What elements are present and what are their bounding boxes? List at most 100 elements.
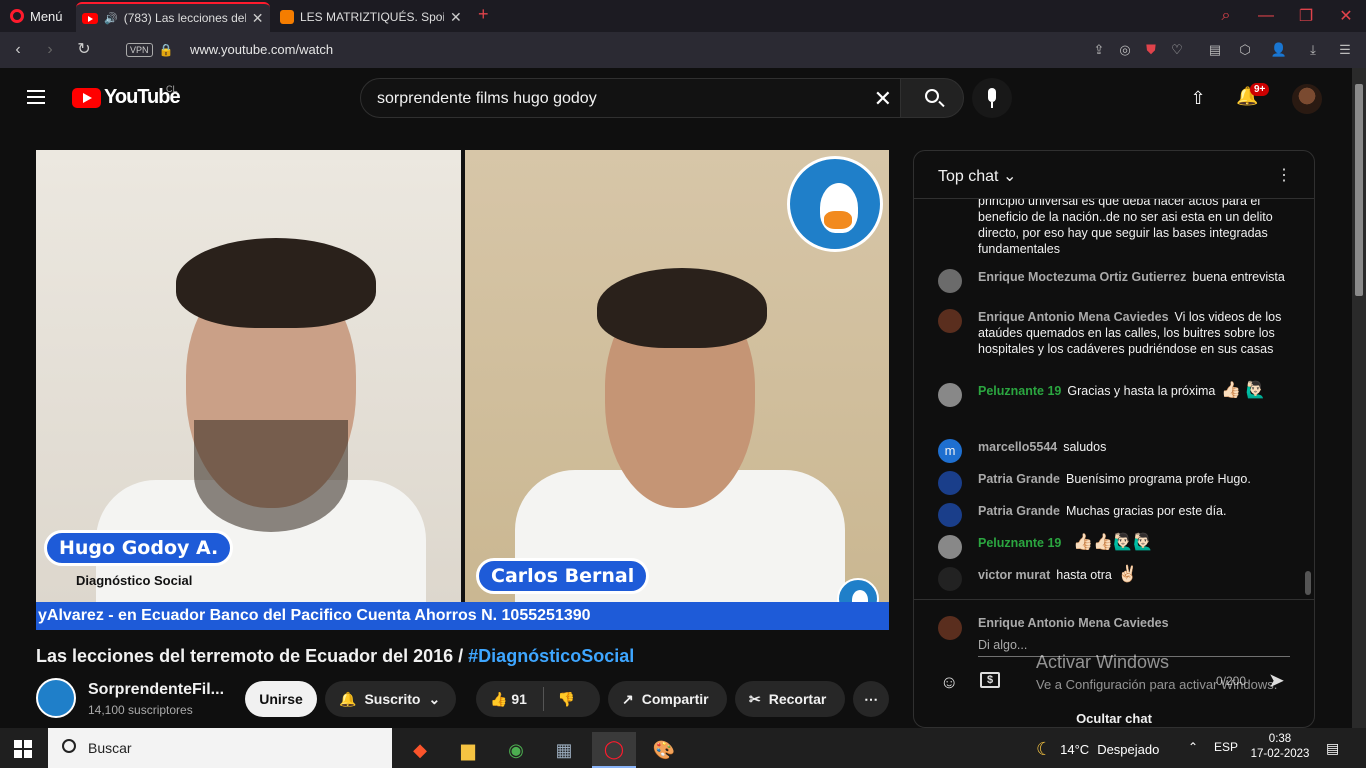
chat-author[interactable]: Patria Grande xyxy=(978,472,1060,486)
chat-avatar[interactable] xyxy=(938,535,962,559)
lock-icon[interactable]: 🔒 xyxy=(156,40,176,60)
chat-scroll-thumb[interactable] xyxy=(1305,571,1311,595)
url-field[interactable]: www.youtube.com/watch xyxy=(190,42,333,57)
upload-icon[interactable]: ⇧ xyxy=(1188,88,1208,108)
share-page-icon[interactable]: ⇪ xyxy=(1090,41,1108,59)
tab-blogger[interactable]: LES MATRIZTIQUÉS. Spoiler ✕ xyxy=(274,2,470,32)
clock[interactable]: 0:38 17-02-2023 xyxy=(1250,732,1310,762)
chat-avatar[interactable] xyxy=(938,269,962,293)
vpn-badge[interactable]: VPN xyxy=(126,43,153,57)
youtube-logo-icon[interactable] xyxy=(72,88,101,108)
youtube-favicon-icon xyxy=(82,12,98,24)
chat-author[interactable]: victor murat xyxy=(978,568,1050,582)
channel-avatar[interactable] xyxy=(36,678,76,718)
download-icon[interactable]: ⤓ xyxy=(1304,41,1322,59)
blogger-favicon-icon xyxy=(280,10,294,24)
super-chat-icon[interactable]: $ xyxy=(980,672,1000,688)
search-input[interactable]: sorprendente films hugo godoy xyxy=(377,90,597,108)
search-icon xyxy=(62,739,76,753)
adblock-shield-icon[interactable]: ⛊ xyxy=(1142,41,1160,59)
chat-author[interactable]: marcello5544 xyxy=(978,440,1057,454)
emoji-picker-icon[interactable]: ☺ xyxy=(940,672,958,693)
scissors-icon: ✂ xyxy=(749,690,761,707)
like-button[interactable]: 👍 91 xyxy=(490,691,527,708)
share-button[interactable]: ↗ Compartir xyxy=(608,681,727,717)
page-scrollbar[interactable] xyxy=(1352,68,1366,728)
taskbar-search[interactable]: Buscar xyxy=(48,728,392,768)
chat-mode-selector[interactable]: Top chat ⌄ xyxy=(938,166,1016,186)
more-actions-button[interactable]: ⋯ xyxy=(853,681,889,717)
chat-author[interactable]: Peluznante 19 xyxy=(978,536,1061,550)
paint-icon[interactable]: 🎨 xyxy=(642,732,686,768)
file-explorer-icon[interactable]: ▆ xyxy=(446,732,490,768)
opera-menu-button[interactable]: Menú xyxy=(0,0,74,32)
chat-message: victor murat hasta otra ✌🏻 xyxy=(938,566,1288,591)
chat-emojis: ✌🏻 xyxy=(1117,566,1138,583)
subscriber-count: 14,100 suscriptores xyxy=(88,703,193,717)
clear-search-icon[interactable]: ✕ xyxy=(874,86,892,112)
subscribed-button[interactable]: 🔔 Suscrito ⌄ xyxy=(325,681,456,717)
chat-avatar[interactable] xyxy=(938,503,962,527)
chevron-down-icon: ⌄ xyxy=(428,690,441,707)
chat-author[interactable]: Enrique Antonio Mena Caviedes xyxy=(978,310,1169,324)
chat-messages: principio universal es que deba hacer ac… xyxy=(914,199,1314,599)
live-chat-panel: Top chat ⌄ ⋮ principio universal es que … xyxy=(913,150,1315,728)
brave-browser-icon[interactable]: ◆ xyxy=(398,732,442,768)
document-app-icon[interactable]: ▦ xyxy=(542,732,586,768)
chat-author[interactable]: Patria Grande xyxy=(978,504,1060,518)
dislike-button[interactable]: 👎 xyxy=(558,691,575,708)
chrome-icon[interactable]: ◉ xyxy=(494,732,538,768)
chat-avatar[interactable] xyxy=(938,471,962,495)
moon-icon: ☾ xyxy=(1036,739,1053,759)
more-icon: ⋯ xyxy=(864,690,878,707)
forward-icon[interactable]: › xyxy=(40,40,60,60)
chat-input[interactable]: Di algo... xyxy=(978,638,1027,652)
chat-avatar[interactable] xyxy=(938,383,962,407)
hamburger-menu-icon[interactable] xyxy=(27,90,45,104)
chat-scrollbar[interactable] xyxy=(1303,199,1311,599)
cube-icon[interactable]: ⬡ xyxy=(1236,41,1254,59)
tray-chevron-icon[interactable]: ⌃ xyxy=(1188,740,1198,754)
hide-chat-button[interactable]: Ocultar chat xyxy=(914,711,1314,727)
clip-button[interactable]: ✂ Recortar xyxy=(735,681,845,717)
wallet-icon[interactable]: ▤ xyxy=(1206,41,1224,59)
reload-icon[interactable]: ↻ xyxy=(74,40,94,60)
language-indicator[interactable]: ESP xyxy=(1214,740,1238,754)
chat-avatar[interactable] xyxy=(938,567,962,591)
restore-icon[interactable]: ❐ xyxy=(1286,0,1326,32)
opera-taskbar-icon[interactable]: ◯ xyxy=(592,732,636,768)
chat-author[interactable]: Peluznante 19 xyxy=(978,384,1061,398)
video-player[interactable]: Hugo Godoy A. Diagnóstico Social Carlos … xyxy=(36,150,889,630)
close-tab-icon[interactable]: ✕ xyxy=(252,10,264,27)
heart-icon[interactable]: ♡ xyxy=(1168,41,1186,59)
search-button[interactable] xyxy=(900,78,964,118)
snapshot-icon[interactable]: ◎ xyxy=(1116,41,1134,59)
close-tab-icon[interactable]: ✕ xyxy=(450,9,462,26)
search-tabs-icon[interactable]: ⌕ xyxy=(1206,0,1246,32)
notifications-icon[interactable]: ▤ xyxy=(1326,740,1339,757)
chat-options-icon[interactable]: ⋮ xyxy=(1276,165,1292,185)
tab-youtube[interactable]: 🔊 (783) Las lecciones del t ✕ xyxy=(76,2,270,32)
like-dislike-group: 👍 91 👎 xyxy=(476,681,600,717)
account-avatar[interactable] xyxy=(1292,84,1322,114)
back-icon[interactable]: ‹ xyxy=(8,40,28,60)
speaker-icon[interactable]: 🔊 xyxy=(104,12,118,25)
windows-start-icon[interactable] xyxy=(14,740,32,758)
search-box[interactable]: sorprendente films hugo godoy ✕ xyxy=(360,78,901,118)
new-tab-icon[interactable]: + xyxy=(478,4,489,25)
voice-search-icon[interactable] xyxy=(972,78,1012,118)
hashtag-link[interactable]: #DiagnósticoSocial xyxy=(468,646,634,666)
close-window-icon[interactable]: ✕ xyxy=(1326,0,1366,32)
minimize-icon[interactable]: — xyxy=(1246,0,1286,32)
profile-icon[interactable]: 👤 xyxy=(1270,41,1288,59)
join-button[interactable]: Unirse xyxy=(245,681,317,717)
easy-setup-icon[interactable]: ☰ xyxy=(1336,41,1354,59)
chat-message: Patria Grande Buenísimo programa profe Hu… xyxy=(938,471,1288,495)
channel-name[interactable]: SorprendenteFil... xyxy=(88,681,224,699)
chat-text: Muchas gracias por este día. xyxy=(1065,504,1227,518)
chat-author[interactable]: Enrique Moctezuma Ortiz Gutierrez xyxy=(978,270,1186,284)
chat-avatar[interactable]: m xyxy=(938,439,962,463)
share-icon: ↗ xyxy=(622,690,634,707)
weather-widget[interactable]: ☾ 14°C Despejado xyxy=(1036,739,1159,760)
chat-avatar[interactable] xyxy=(938,309,962,333)
